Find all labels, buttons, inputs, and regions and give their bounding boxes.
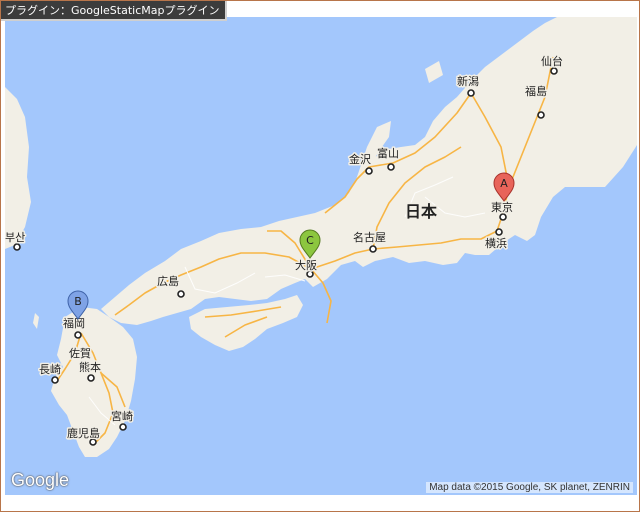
toyama-dot	[387, 163, 395, 171]
city-label-kumamoto: 熊本	[79, 360, 101, 374]
city-label-toyama: 富山	[377, 146, 399, 160]
nagasaki-dot	[51, 376, 59, 384]
plugin-title-label: プラグイン：GoogleStaticMapプラグイン	[1, 1, 228, 21]
marker-b-label: B	[74, 295, 82, 308]
busan-dot	[13, 243, 21, 251]
city-label-kanazawa: 金沢	[349, 152, 371, 166]
city-label-yokohama: 横浜	[485, 236, 507, 250]
city-label-saga: 佐賀	[69, 346, 91, 360]
city-label-fukuoka: 福岡	[63, 316, 85, 330]
city-label-busan: 부산	[5, 231, 25, 244]
city-label-niigata: 新潟	[457, 74, 479, 88]
city-label-sendai: 仙台	[541, 54, 563, 68]
city-label-nagoya: 名古屋	[353, 230, 386, 244]
niigata-dot	[467, 89, 475, 97]
static-map[interactable]: 仙台 新潟 福島 富山 金沢 東京 横浜 名古屋 大阪 広島 부산 福岡 佐賀 …	[5, 17, 637, 495]
country-label-japan: 日本	[405, 202, 437, 221]
city-label-nagasaki: 長崎	[39, 362, 61, 376]
city-label-fukushima: 福島	[525, 84, 547, 98]
hiroshima-dot	[177, 290, 185, 298]
miyazaki-dot	[119, 423, 127, 431]
google-logo: Google	[11, 470, 70, 490]
kanazawa-dot	[365, 167, 373, 175]
yokohama-dot	[495, 228, 503, 236]
city-label-tokyo: 東京	[491, 200, 513, 214]
marker-c-label: C	[306, 234, 314, 247]
sendai-dot	[550, 67, 558, 75]
map-frame: 仙台 新潟 福島 富山 金沢 東京 横浜 名古屋 大阪 広島 부산 福岡 佐賀 …	[0, 0, 640, 512]
city-label-miyazaki: 宮崎	[111, 409, 133, 423]
nagoya-dot	[369, 245, 377, 253]
city-label-osaka: 大阪	[295, 258, 317, 272]
map-attribution: Map data ©2015 Google, SK planet, ZENRIN	[426, 482, 633, 493]
kumamoto-dot	[87, 374, 95, 382]
city-label-kagoshima: 鹿児島	[67, 426, 100, 440]
fukuoka-dot	[74, 331, 82, 339]
fukushima-dot	[537, 111, 545, 119]
tokyo-dot	[499, 213, 507, 221]
city-label-hiroshima: 広島	[157, 274, 179, 288]
marker-a-label: A	[500, 177, 508, 190]
